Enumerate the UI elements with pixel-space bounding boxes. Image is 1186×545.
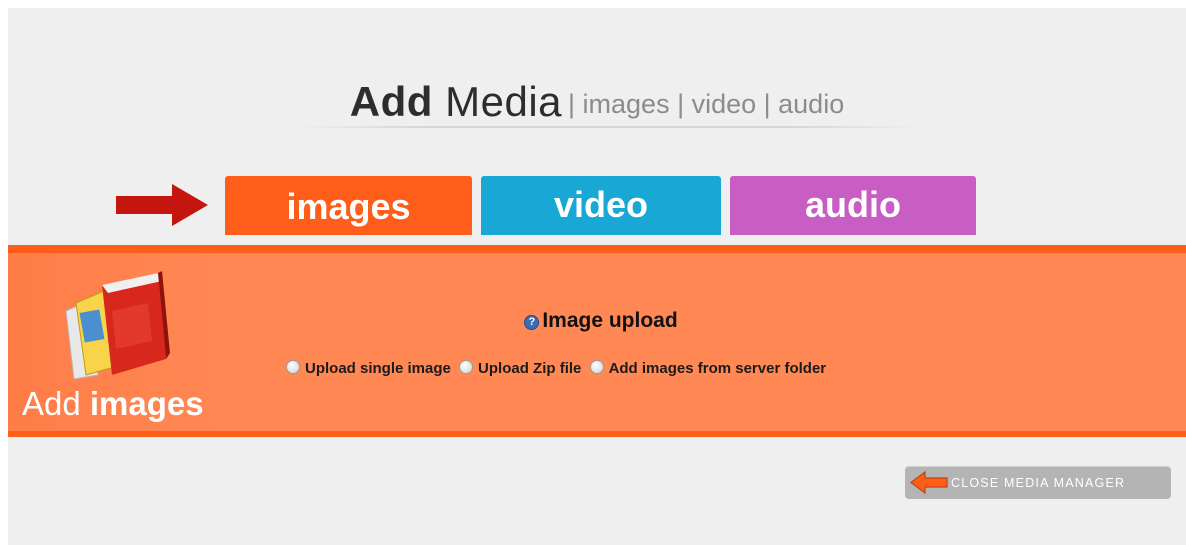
radio-upload-zip-file[interactable] — [459, 360, 474, 374]
help-icon[interactable]: ? — [524, 315, 540, 330]
tab-images[interactable]: images — [225, 176, 472, 235]
title-bold: Add — [349, 78, 433, 125]
panel-sidebar: Add images — [8, 253, 232, 431]
images-panel-body: Add images ? Image upload Upload single i… — [8, 253, 1186, 431]
option-add-from-server-folder[interactable]: Add images from server folder — [589, 360, 826, 377]
option-upload-zip-file[interactable]: Upload Zip file — [459, 360, 581, 377]
close-media-manager-button[interactable]: CLOSE MEDIA MANAGER — [905, 466, 1171, 499]
tab-video[interactable]: video — [481, 176, 721, 235]
add-images-label: Add images — [22, 385, 204, 422]
tab-audio[interactable]: audio — [730, 176, 976, 235]
page-subtitle: | images | video | audio — [568, 89, 845, 119]
page-title: Add Media | images | video | audio — [8, 78, 1186, 126]
media-manager-page: Add Media | images | video | audio images… — [8, 8, 1186, 545]
radio-upload-single-image[interactable] — [286, 360, 300, 374]
radio-add-from-server-folder[interactable] — [589, 360, 604, 374]
title-rest: Media — [445, 78, 563, 125]
image-upload-title: ? Image upload — [8, 309, 1186, 333]
option-upload-single-image[interactable]: Upload single image — [286, 360, 451, 377]
upload-options: Upload single image Upload Zip file Add … — [286, 360, 830, 377]
close-media-manager-label: CLOSE MEDIA MANAGER — [951, 476, 1126, 490]
orange-arrow-left-icon — [910, 471, 948, 494]
images-panel: Add images ? Image upload Upload single i… — [8, 245, 1186, 437]
red-arrow-right-icon — [116, 184, 208, 226]
title-divider — [298, 126, 918, 128]
